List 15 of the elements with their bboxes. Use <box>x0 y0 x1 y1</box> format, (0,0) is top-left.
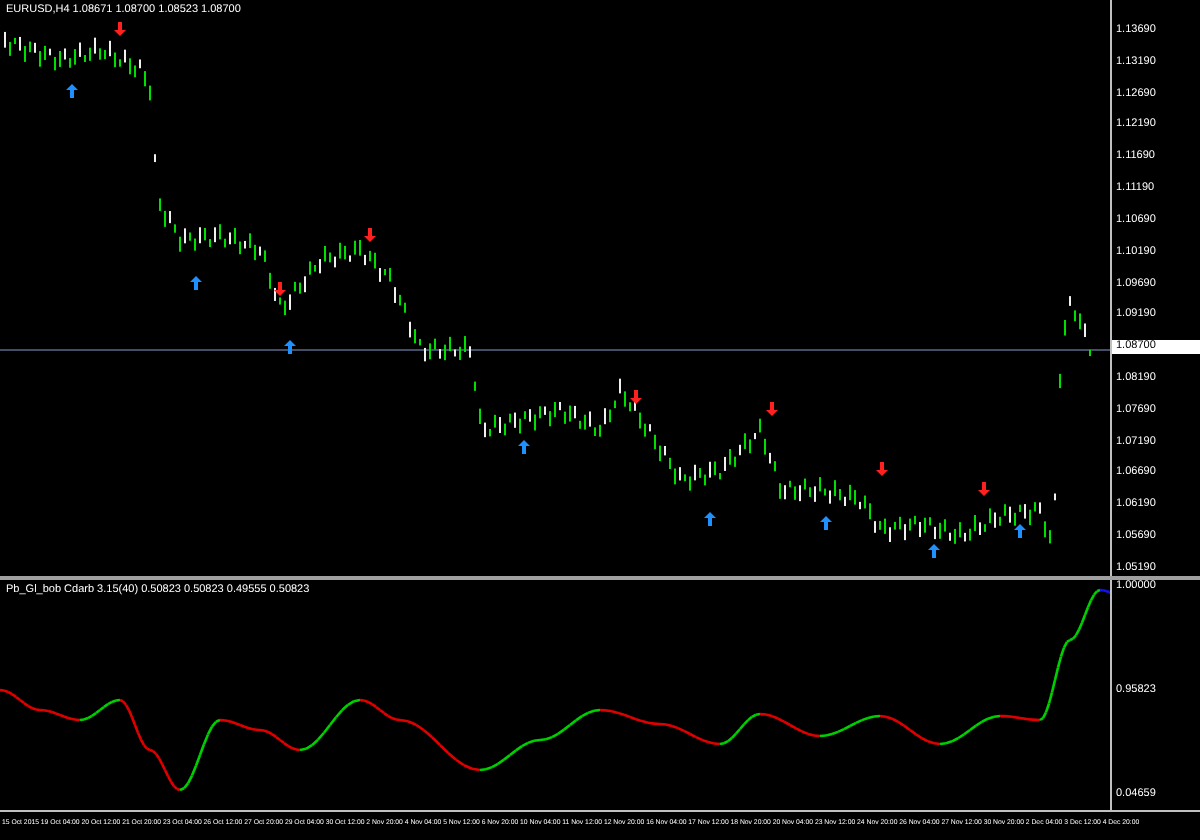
down-arrow-icon <box>766 402 778 416</box>
down-arrow-icon <box>114 22 126 36</box>
down-arrow-icon <box>978 482 990 496</box>
up-arrow-icon <box>1014 524 1026 538</box>
up-arrow-icon <box>928 544 940 558</box>
up-arrow-icon <box>518 440 530 454</box>
up-arrow-icon <box>284 340 296 354</box>
up-arrow-icon <box>66 84 78 98</box>
down-arrow-icon <box>364 228 376 242</box>
down-arrow-icon <box>274 282 286 296</box>
up-arrow-icon <box>820 516 832 530</box>
up-arrow-icon <box>704 512 716 526</box>
down-arrow-icon <box>630 390 642 404</box>
up-arrow-icon <box>190 276 202 290</box>
down-arrow-icon <box>876 462 888 476</box>
